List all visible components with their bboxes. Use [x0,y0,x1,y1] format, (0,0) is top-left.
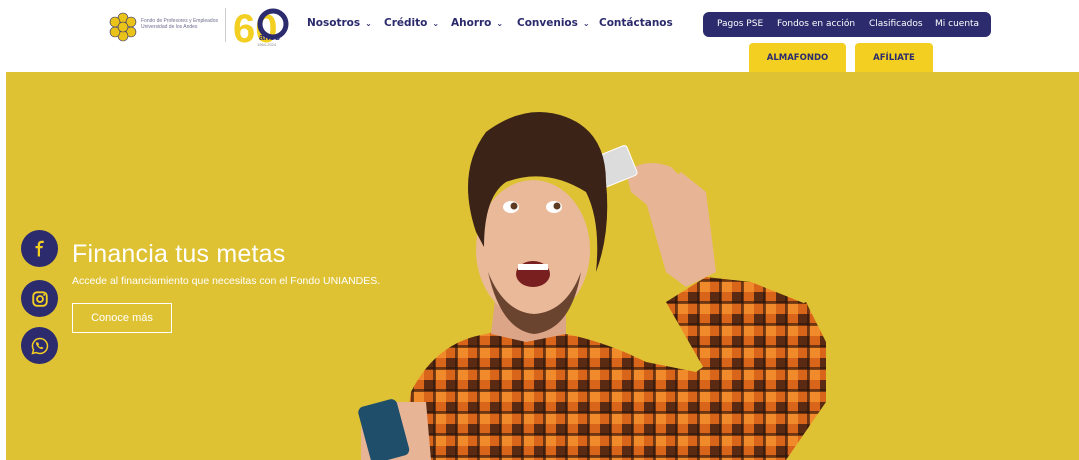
facebook-icon [35,240,44,256]
nav-item-label: Contáctanos [599,17,673,29]
nav-item-convenios[interactable]: Convenios ⌄ [517,17,590,29]
hero-title: Financia tus metas [72,240,286,268]
almafondo-button[interactable]: ALMAFONDO [749,43,846,72]
instagram-icon [31,290,48,307]
mi-cuenta-link[interactable]: Mi cuenta [935,19,979,29]
chevron-down-icon: ⌄ [496,18,504,28]
chevron-down-icon: ⌄ [365,18,372,28]
whatsapp-icon [30,337,48,355]
flower-logo-icon[interactable] [107,12,139,42]
nav-item-contactanos[interactable]: Contáctanos [599,17,673,29]
logo-divider [225,8,226,42]
hero-subtitle: Accede al financiamiento que necesitas c… [72,275,381,287]
nav-item-label: Convenios [517,17,578,29]
nav-item-label: Nosotros [307,17,361,29]
facebook-button[interactable] [21,230,58,267]
fondos-en-accion-link[interactable]: Fondos en acción [777,19,855,29]
instagram-button[interactable] [21,280,58,317]
hero-banner: Financia tus metas Accede al financiamie… [6,72,1079,460]
anniversary-years: 1964-2024 [257,42,277,47]
pagos-pse-link[interactable]: Pagos PSE [717,19,763,29]
whatsapp-button[interactable] [21,327,58,364]
nav-item-label: Ahorro [451,17,492,29]
chevron-down-icon: ⌄ [582,18,590,28]
clasificados-link[interactable]: Clasificados [869,19,923,29]
nav-item-ahorro[interactable]: Ahorro ⌄ [451,17,503,29]
nav-item-credito[interactable]: Crédito ⌄ [384,17,439,29]
afiliate-button[interactable]: AFÍLIATE [855,43,933,72]
site-header: Fondo de Profesores y Empleados Universi… [0,0,1079,72]
nav-item-label: Crédito [384,17,428,29]
nav-item-nosotros[interactable]: Nosotros ⌄ [307,17,372,29]
top-utility-bar: Pagos PSE Fondos en acción Clasificados … [703,12,991,37]
conoce-mas-button[interactable]: Conoce más [72,303,172,333]
chevron-down-icon: ⌄ [432,18,440,28]
anniversary-word: años [259,32,281,42]
logo-text: Fondo de Profesores y Empleados Universi… [141,18,218,30]
